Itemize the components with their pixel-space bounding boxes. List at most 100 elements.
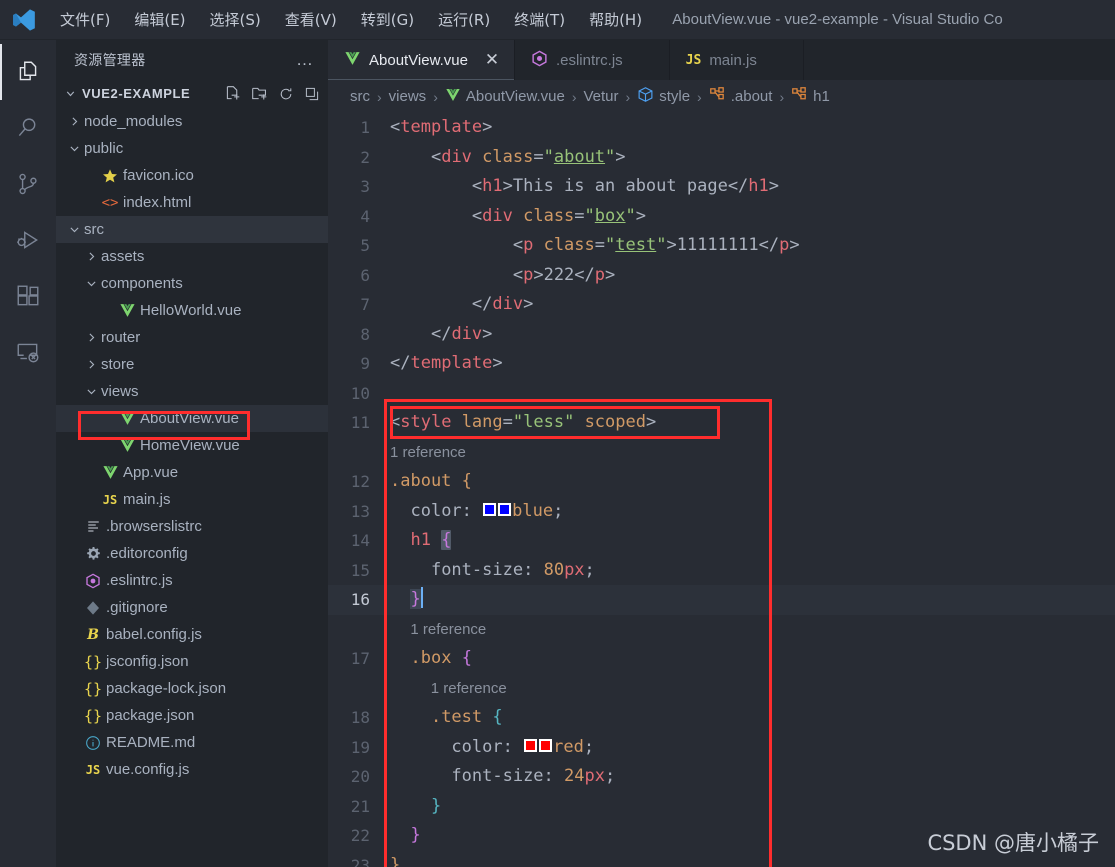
breadcrumb-item-about[interactable]: .about (709, 86, 772, 107)
chevron-down-icon[interactable] (66, 142, 82, 155)
breadcrumb-item-views[interactable]: views (389, 88, 427, 105)
code-line-21[interactable]: 21 } (328, 792, 1115, 822)
tree-item-aboutview-vue[interactable]: AboutView.vue (56, 405, 328, 432)
menu-view[interactable]: 查看(V) (273, 6, 349, 33)
chevron-down-icon[interactable] (66, 223, 82, 236)
menu-run[interactable]: 运行(R) (426, 6, 502, 33)
activity-remote-explorer[interactable] (0, 324, 56, 380)
code-line-9[interactable]: 9 </template> (328, 349, 1115, 379)
tree-item--gitignore[interactable]: .gitignore (56, 594, 328, 621)
code-line-6[interactable]: 6 <p>222</p> (328, 261, 1115, 291)
codelens-reference[interactable]: 1 reference (328, 438, 1115, 468)
tree-item-views[interactable]: views (56, 378, 328, 405)
new-file-icon[interactable] (224, 85, 241, 102)
code-line-3[interactable]: 3 <h1>This is an about page</h1> (328, 172, 1115, 202)
tree-item-package-lock-json[interactable]: {} package-lock.json (56, 675, 328, 702)
code-line-15[interactable]: 15 font-size: 80px; (328, 556, 1115, 586)
tree-item-homeview-vue[interactable]: HomeView.vue (56, 432, 328, 459)
tree-item-src[interactable]: src (56, 216, 328, 243)
tree-item-label: .gitignore (106, 599, 168, 616)
code-line-1[interactable]: 1 <template> (328, 113, 1115, 143)
tab-main-js[interactable]: JS main.js ✕ (669, 40, 804, 80)
codelens-reference[interactable]: 1 reference (328, 615, 1115, 645)
tree-item-helloworld-vue[interactable]: HelloWorld.vue (56, 297, 328, 324)
workspace-folder-row[interactable]: VUE2-EXAMPLE (56, 80, 328, 107)
menu-terminal[interactable]: 终端(T) (502, 6, 577, 33)
activity-run-debug[interactable] (0, 212, 56, 268)
code-line-5[interactable]: 5 <p class="test">11111111</p> (328, 231, 1115, 261)
breadcrumb-item-aboutview[interactable]: AboutView.vue (445, 87, 565, 107)
tab-eslintrc-js[interactable]: .eslintrc.js ✕ (514, 40, 670, 80)
tree-item-node-modules[interactable]: node_modules (56, 108, 328, 135)
chevron-right-icon[interactable] (83, 331, 99, 344)
close-icon[interactable]: ✕ (484, 50, 500, 70)
code-line-10[interactable]: 10 (328, 379, 1115, 409)
chevron-right-icon[interactable] (66, 115, 82, 128)
tree-item-index-html[interactable]: <> index.html (56, 189, 328, 216)
code-line-8[interactable]: 8 </div> (328, 320, 1115, 350)
breadcrumb-item-h1[interactable]: h1 (791, 86, 830, 107)
color-swatch[interactable] (524, 739, 538, 752)
code-line-18[interactable]: 18 .test { (328, 703, 1115, 733)
menu-edit[interactable]: 编辑(E) (122, 6, 197, 33)
tree-item-jsconfig-json[interactable]: {} jsconfig.json (56, 648, 328, 675)
chevron-down-icon[interactable] (83, 277, 99, 290)
tree-item-app-vue[interactable]: App.vue (56, 459, 328, 486)
breadcrumb-label: h1 (813, 88, 830, 105)
activity-search[interactable] (0, 100, 56, 156)
menu-selection[interactable]: 选择(S) (198, 6, 273, 33)
tree-item-public[interactable]: public (56, 135, 328, 162)
breadcrumb-item-src[interactable]: src (350, 88, 370, 105)
tree-item-main-js[interactable]: JS main.js (56, 486, 328, 513)
code-editor[interactable]: 1 <template> 2 <div class="about"> 3 <h1>Th… (328, 113, 1115, 867)
color-swatch[interactable] (498, 503, 512, 516)
menu-help[interactable]: 帮助(H) (577, 6, 654, 33)
color-swatch[interactable] (483, 503, 497, 516)
tree-item-favicon-ico[interactable]: favicon.ico (56, 162, 328, 189)
tree-item-store[interactable]: store (56, 351, 328, 378)
tree-item-babel-config-js[interactable]: Bbabel.config.js (56, 621, 328, 648)
tree-item-vue-config-js[interactable]: JS vue.config.js (56, 756, 328, 783)
code-line-19[interactable]: 19 color: red; (328, 733, 1115, 763)
chevron-right-icon[interactable] (83, 250, 99, 263)
activity-extensions[interactable] (0, 268, 56, 324)
info-icon (82, 735, 104, 751)
breadcrumb-item-style[interactable]: style (637, 86, 690, 107)
codelens-reference[interactable]: 1 reference (328, 674, 1115, 704)
code-line-17[interactable]: 17 .box { (328, 644, 1115, 674)
tree-item-components[interactable]: components (56, 270, 328, 297)
code-line-14[interactable]: 14 h1 { (328, 526, 1115, 556)
tree-item--editorconfig[interactable]: .editorconfig (56, 540, 328, 567)
tree-item-router[interactable]: router (56, 324, 328, 351)
code-line-22[interactable]: 22 } (328, 821, 1115, 851)
collapse-all-icon[interactable] (304, 86, 320, 102)
color-swatch[interactable] (539, 739, 553, 752)
chevron-right-icon[interactable] (83, 358, 99, 371)
menu-go[interactable]: 转到(G) (349, 6, 426, 33)
code-line-13[interactable]: 13 color: blue; (328, 497, 1115, 527)
code-line-2[interactable]: 2 <div class="about"> (328, 143, 1115, 173)
breadcrumb-item-vetur[interactable]: Vetur (584, 88, 619, 105)
activity-explorer[interactable] (0, 44, 56, 100)
tree-item-assets[interactable]: assets (56, 243, 328, 270)
tab-aboutview-vue[interactable]: AboutView.vue ✕ (328, 40, 515, 80)
chevron-down-icon[interactable] (83, 385, 99, 398)
menu-file[interactable]: 文件(F) (48, 6, 122, 33)
js-icon: JS (102, 492, 118, 507)
title-bar: 文件(F) 编辑(E) 选择(S) 查看(V) 转到(G) 运行(R) 终端(T… (0, 0, 1115, 40)
code-line-20[interactable]: 20 font-size: 24px; (328, 762, 1115, 792)
code-line-23[interactable]: 23} (328, 851, 1115, 867)
explorer-more-actions-button[interactable]: … (290, 51, 320, 68)
tree-item-package-json[interactable]: {} package.json (56, 702, 328, 729)
refresh-icon[interactable] (278, 86, 294, 102)
code-line-16[interactable]: 16 } (328, 585, 1115, 615)
new-folder-icon[interactable] (251, 85, 268, 102)
code-line-12[interactable]: 12 .about { (328, 467, 1115, 497)
tree-item-readme-md[interactable]: README.md (56, 729, 328, 756)
tree-item--eslintrc-js[interactable]: .eslintrc.js (56, 567, 328, 594)
code-line-4[interactable]: 4 <div class="box"> (328, 202, 1115, 232)
code-line-7[interactable]: 7 </div> (328, 290, 1115, 320)
code-line-11[interactable]: 11 <style lang="less" scoped> (328, 408, 1115, 438)
tree-item--browserslistrc[interactable]: .browserslistrc (56, 513, 328, 540)
activity-source-control[interactable] (0, 156, 56, 212)
